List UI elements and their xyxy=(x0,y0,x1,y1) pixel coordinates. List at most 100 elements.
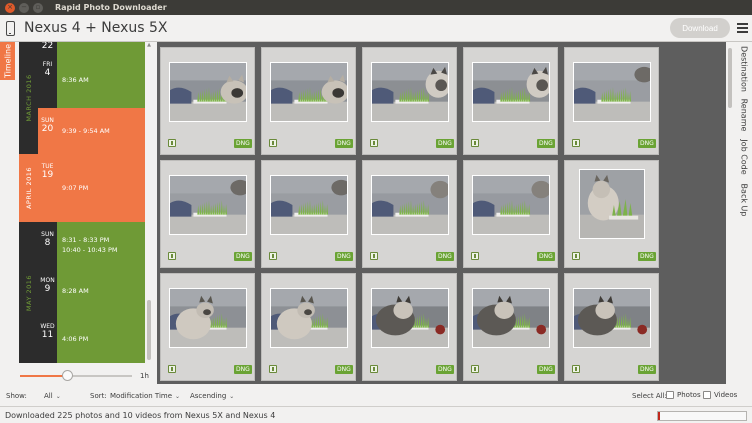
download-checkbox-icon[interactable] xyxy=(572,252,580,260)
download-checkbox-icon[interactable] xyxy=(168,365,176,373)
timeline-day: FRI 4 xyxy=(38,52,57,108)
thumbnail-card[interactable]: DNG xyxy=(564,273,659,381)
order-select[interactable]: Ascending ⌄ xyxy=(190,392,234,400)
thumbnail-card[interactable]: DNG xyxy=(261,273,356,381)
sort-select[interactable]: Modification Time ⌄ xyxy=(110,392,180,400)
grid-scrollbar-thumb[interactable] xyxy=(728,48,732,108)
timeline-time-range: 8:28 AM xyxy=(62,287,89,295)
timeline-time-range: 9:07 PM xyxy=(62,184,89,192)
thumbnail-card[interactable]: DNG xyxy=(362,273,457,381)
photo-thumbnail[interactable] xyxy=(371,175,449,235)
right-tab[interactable]: Back Up xyxy=(736,180,752,220)
show-label: Show: xyxy=(6,392,27,400)
device-header: Nexus 4 + Nexus 5X Download xyxy=(0,15,752,42)
download-checkbox-icon[interactable] xyxy=(269,252,277,260)
download-checkbox-icon[interactable] xyxy=(370,139,378,147)
download-checkbox-icon[interactable] xyxy=(168,252,176,260)
thumbnail-card[interactable]: DNG xyxy=(160,160,255,268)
thumbnail-card[interactable]: DNG xyxy=(160,273,255,381)
select-photos-checkbox[interactable]: Photos xyxy=(666,391,701,399)
right-tab[interactable]: Job Code xyxy=(736,134,752,180)
download-checkbox-icon[interactable] xyxy=(370,365,378,373)
slider-fill xyxy=(20,375,68,377)
timeline-panel: 22 FRI 4 8:36 AM SUN 20 9:39 - 9:54 AM TUE 19 9:0… xyxy=(19,42,145,363)
file-type-badge: DNG xyxy=(234,365,252,374)
file-type-badge: DNG xyxy=(537,139,555,148)
videos-checkbox-box[interactable] xyxy=(703,391,711,399)
photo-thumbnail[interactable] xyxy=(371,62,449,122)
file-type-badge: DNG xyxy=(335,365,353,374)
close-window-button[interactable]: × xyxy=(5,2,15,13)
timeline-zoom-slider[interactable] xyxy=(20,375,132,377)
timeline-time-range: 10:40 - 10:43 PM xyxy=(62,246,118,254)
grid-scrollbar[interactable] xyxy=(726,42,734,384)
sort-value: Modification Time xyxy=(110,392,173,400)
photo-thumbnail[interactable] xyxy=(169,288,247,348)
file-type-badge: DNG xyxy=(436,365,454,374)
right-tab-label: Rename xyxy=(739,98,749,132)
timeline-tab[interactable]: Timeline xyxy=(0,42,15,80)
scroll-up-arrow-icon[interactable]: ▲ xyxy=(146,42,152,48)
show-select[interactable]: All ⌄ xyxy=(44,392,61,400)
select-videos-checkbox[interactable]: Videos xyxy=(703,391,737,399)
timeline-times: 4:06 PM xyxy=(57,314,145,363)
photo-thumbnail[interactable] xyxy=(472,175,550,235)
thumbnail-card[interactable]: DNG xyxy=(463,160,558,268)
photo-thumbnail[interactable] xyxy=(270,175,348,235)
timeline-weekday: SUN xyxy=(41,231,54,238)
photos-checkbox-box[interactable] xyxy=(666,391,674,399)
sort-label: Sort: xyxy=(90,392,107,400)
photo-thumbnail[interactable] xyxy=(579,169,645,239)
right-tab[interactable]: Destination xyxy=(736,42,752,96)
timeline-day: SUN 20 xyxy=(38,108,57,154)
file-type-badge: DNG xyxy=(234,252,252,261)
photo-thumbnail[interactable] xyxy=(371,288,449,348)
slider-label: 1h xyxy=(140,372,149,380)
thumbnail-card[interactable]: DNG xyxy=(261,47,356,155)
right-tab[interactable]: Rename xyxy=(736,96,752,134)
timeline-scrollbar-thumb[interactable] xyxy=(147,300,151,360)
download-checkbox-icon[interactable] xyxy=(572,139,580,147)
slider-handle[interactable] xyxy=(62,370,74,381)
maximize-window-button[interactable]: ▫ xyxy=(33,2,43,13)
photos-label: Photos xyxy=(677,391,701,399)
download-checkbox-icon[interactable] xyxy=(471,252,479,260)
thumbnail-card[interactable]: DNG xyxy=(564,160,659,268)
file-type-badge: DNG xyxy=(436,252,454,261)
photo-thumbnail[interactable] xyxy=(573,62,651,122)
download-checkbox-icon[interactable] xyxy=(269,365,277,373)
right-tab-label: Back Up xyxy=(739,183,749,217)
timeline-times: 8:28 AM xyxy=(57,268,145,314)
download-checkbox-icon[interactable] xyxy=(471,139,479,147)
right-tab-label: Job Code xyxy=(739,139,749,175)
timeline-day-number: 9 xyxy=(44,284,51,294)
minimize-window-button[interactable]: − xyxy=(19,2,29,13)
thumbnail-card[interactable]: DNG xyxy=(362,160,457,268)
timeline-scrollbar[interactable]: ▲ xyxy=(146,42,152,363)
photo-thumbnail[interactable] xyxy=(169,62,247,122)
timeline-time-range: 9:39 - 9:54 AM xyxy=(62,127,110,135)
photo-thumbnail[interactable] xyxy=(573,288,651,348)
download-button[interactable]: Download xyxy=(670,18,730,38)
thumbnail-card[interactable]: DNG xyxy=(261,160,356,268)
download-checkbox-icon[interactable] xyxy=(269,139,277,147)
timeline-weekday: SUN xyxy=(41,117,54,124)
hamburger-menu-icon[interactable] xyxy=(737,23,748,33)
timeline-day-number: 19 xyxy=(41,170,54,180)
download-checkbox-icon[interactable] xyxy=(572,365,580,373)
photo-thumbnail[interactable] xyxy=(270,288,348,348)
thumbnail-card[interactable]: DNG xyxy=(463,47,558,155)
photo-thumbnail[interactable] xyxy=(169,175,247,235)
download-checkbox-icon[interactable] xyxy=(168,139,176,147)
photo-thumbnail[interactable] xyxy=(270,62,348,122)
thumbnail-card[interactable]: DNG xyxy=(362,47,457,155)
file-type-badge: DNG xyxy=(335,252,353,261)
download-checkbox-icon[interactable] xyxy=(370,252,378,260)
thumbnail-card[interactable]: DNG xyxy=(564,47,659,155)
download-checkbox-icon[interactable] xyxy=(471,365,479,373)
videos-label: Videos xyxy=(714,391,738,399)
photo-thumbnail[interactable] xyxy=(472,288,550,348)
thumbnail-card[interactable]: DNG xyxy=(160,47,255,155)
photo-thumbnail[interactable] xyxy=(472,62,550,122)
thumbnail-card[interactable]: DNG xyxy=(463,273,558,381)
